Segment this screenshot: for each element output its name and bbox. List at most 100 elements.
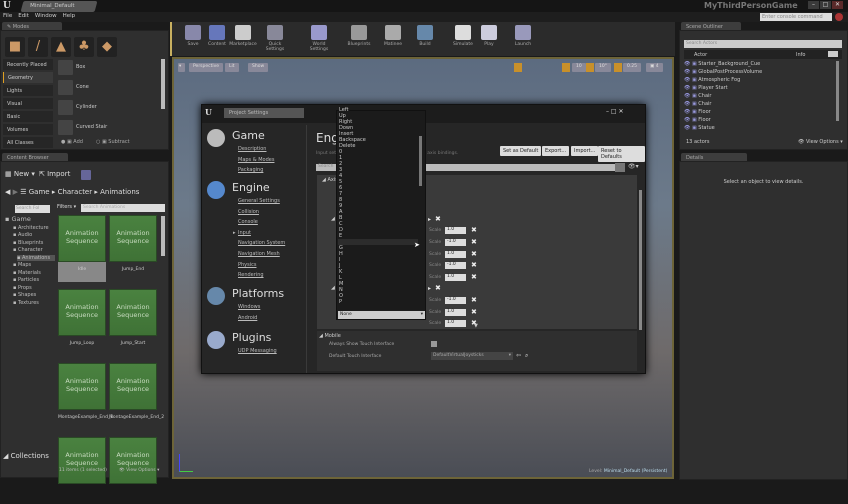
placeable-item[interactable]: Cylinder <box>56 99 161 116</box>
level-tab[interactable]: Minimal_Default <box>20 1 98 12</box>
mobile-header[interactable]: ◢ Mobile <box>319 333 341 339</box>
scale-snap-value[interactable]: 0.25 <box>623 63 642 72</box>
lit-button[interactable]: Lit <box>225 63 239 72</box>
actor-row[interactable]: 👁 ▣ Atmospheric Fog <box>684 77 842 85</box>
folder-blueprints[interactable]: ▪ Blueprints <box>13 240 43 246</box>
settings-link[interactable]: Android <box>238 315 257 321</box>
window-controls[interactable]: – □ ✕ <box>606 108 624 115</box>
breadcrumb-game[interactable]: Game <box>29 188 50 196</box>
folder-materials[interactable]: ▪ Materials <box>13 270 41 276</box>
actor-search-input[interactable]: Search Actors <box>684 40 842 48</box>
visibility-eye-icon[interactable]: 👁 <box>684 101 690 107</box>
asset-tile[interactable]: Animation Sequence Jump_End <box>109 215 157 282</box>
export-button[interactable]: Export... <box>542 146 570 156</box>
toolbar-marketplace-button[interactable]: Marketplace <box>228 25 258 47</box>
toolbar-matinee-button[interactable]: Matinee <box>378 25 408 47</box>
back-icon[interactable]: ◀ <box>5 188 10 196</box>
outliner-scrollbar[interactable] <box>836 61 839 121</box>
save-all-icon[interactable] <box>81 170 91 180</box>
settings-link[interactable]: Navigation System <box>238 240 285 246</box>
toolbar-world-settings-button[interactable]: World Settings <box>304 25 334 52</box>
info-column-header[interactable]: Info <box>796 52 805 58</box>
toolbar-launch-button[interactable]: Launch <box>508 25 538 47</box>
menu-help[interactable]: Help <box>60 12 79 20</box>
grid-snap-icon[interactable] <box>562 63 570 72</box>
remove-key-icon[interactable]: ✖ <box>471 226 477 234</box>
asset-tile[interactable]: Animation Sequence MontageExample_End_1 <box>58 363 113 430</box>
remove-key-icon[interactable]: ✖ <box>471 261 477 269</box>
visibility-eye-icon[interactable]: 👁 <box>684 85 690 91</box>
add-mapping-icon[interactable]: ▸ <box>428 216 431 223</box>
outliner-view-options-button[interactable]: 👁 View Options ▾ <box>798 139 843 145</box>
console-command-input[interactable]: Enter console command <box>760 13 832 21</box>
stop-icon[interactable] <box>835 13 843 21</box>
import-button[interactable]: Import... <box>571 146 599 156</box>
folder-maps[interactable]: ▪ Maps <box>13 262 31 268</box>
show-button[interactable]: Show <box>248 63 269 72</box>
scale-snap-icon[interactable] <box>614 63 622 72</box>
remove-key-icon[interactable]: ✖ <box>471 296 477 304</box>
folder-particles[interactable]: ▪ Particles <box>13 277 39 283</box>
scale-input[interactable]: -1.0 <box>445 297 466 304</box>
info-column-dropdown[interactable] <box>828 51 838 57</box>
placeable-item[interactable]: Box <box>56 59 161 76</box>
rotation-snap-value[interactable]: 10° <box>595 63 611 72</box>
toolbar-build-button[interactable]: Build <box>410 25 440 47</box>
toolbar-play-button[interactable]: Play <box>474 25 504 47</box>
actor-row[interactable]: 👁 ▣ Floor <box>684 109 842 117</box>
folder-shapes[interactable]: ▪ Shapes <box>13 292 36 298</box>
mode-category-6[interactable]: All Classes <box>3 137 53 148</box>
asset-scrollbar[interactable] <box>161 216 165 256</box>
set-as-default-button[interactable]: Set as Default <box>500 146 542 156</box>
default-touch-select[interactable]: DefaultVirtualJoysticks ▾ <box>431 352 513 360</box>
add-radio[interactable]: ● ▣ Add <box>61 139 83 145</box>
mode-category-2[interactable]: Lights <box>3 85 53 96</box>
folder-audio[interactable]: ▪ Audio <box>13 232 32 238</box>
subtract-radio[interactable]: ○ ▣ Subtract <box>96 139 130 145</box>
remove-mapping-icon[interactable]: ✖ <box>435 284 441 292</box>
folder-game[interactable]: ▪ Game <box>5 215 31 223</box>
visibility-eye-icon[interactable]: 👁 <box>684 93 690 99</box>
visibility-eye-icon[interactable]: 👁 <box>684 109 690 115</box>
dropdown-scrollbar[interactable] <box>419 136 422 186</box>
settings-scrollbar[interactable] <box>639 190 642 330</box>
actor-row[interactable]: 👁 ▣ GlobalPostProcessVolume <box>684 69 842 77</box>
settings-link[interactable]: UDP Messaging <box>238 348 277 354</box>
remove-mapping-icon[interactable]: ✖ <box>435 215 441 223</box>
expand-arrow-icon[interactable]: ▼ <box>474 323 478 329</box>
always-show-touch-checkbox[interactable] <box>431 341 437 347</box>
mode-category-5[interactable]: Volumes <box>3 124 53 135</box>
folder-props[interactable]: ▪ Props <box>13 285 32 291</box>
remove-key-icon[interactable]: ✖ <box>471 273 477 281</box>
modes-scrollbar[interactable] <box>161 59 165 109</box>
toolbar-blueprints-button[interactable]: Blueprints <box>344 25 374 47</box>
camera-speed[interactable]: ▣ 4 <box>646 63 663 72</box>
filters-button[interactable]: Filters ▾ <box>57 204 76 210</box>
remove-key-icon[interactable]: ✖ <box>471 238 477 246</box>
geometry-mode-icon[interactable]: ◆ <box>97 37 117 57</box>
new-button[interactable]: ▦ New ▾ <box>5 170 35 178</box>
asset-tile[interactable]: Animation Sequence Jump_Loop <box>58 289 106 356</box>
viewport-menu-button[interactable]: ▾ <box>178 63 185 72</box>
paint-mode-icon[interactable]: / <box>28 37 48 57</box>
actor-row[interactable]: 👁 ▣ Starter_Background_Cue <box>684 61 842 69</box>
asset-search-input[interactable]: Search Animations <box>81 204 165 212</box>
scale-input[interactable]: 1.0 <box>445 320 466 327</box>
landscape-mode-icon[interactable]: ▲ <box>51 37 71 57</box>
actor-column-header[interactable]: Actor <box>694 52 707 58</box>
scale-input[interactable]: 1.0 <box>445 309 466 316</box>
settings-link[interactable]: Navigation Mesh <box>238 251 280 257</box>
asset-tile[interactable]: Animation Sequence Idle <box>58 215 106 282</box>
key-option[interactable]: P <box>339 299 342 305</box>
settings-link[interactable]: Console <box>238 219 258 225</box>
remove-key-icon[interactable]: ✖ <box>471 308 477 316</box>
actor-row[interactable]: 👁 ▣ Chair <box>684 93 842 101</box>
folder-textures[interactable]: ▪ Textures <box>13 300 39 306</box>
placeable-item[interactable]: Curved Stair <box>56 119 161 136</box>
visibility-eye-icon[interactable]: 👁 <box>684 61 690 67</box>
scale-input[interactable]: -1.0 <box>445 239 466 246</box>
settings-link[interactable]: Rendering <box>238 272 264 278</box>
folder-character[interactable]: ▪ Character <box>13 247 43 253</box>
asset-tile[interactable]: Animation Sequence MontageExample_End_2 <box>109 363 164 430</box>
scale-input[interactable]: 1.0 <box>445 251 466 258</box>
